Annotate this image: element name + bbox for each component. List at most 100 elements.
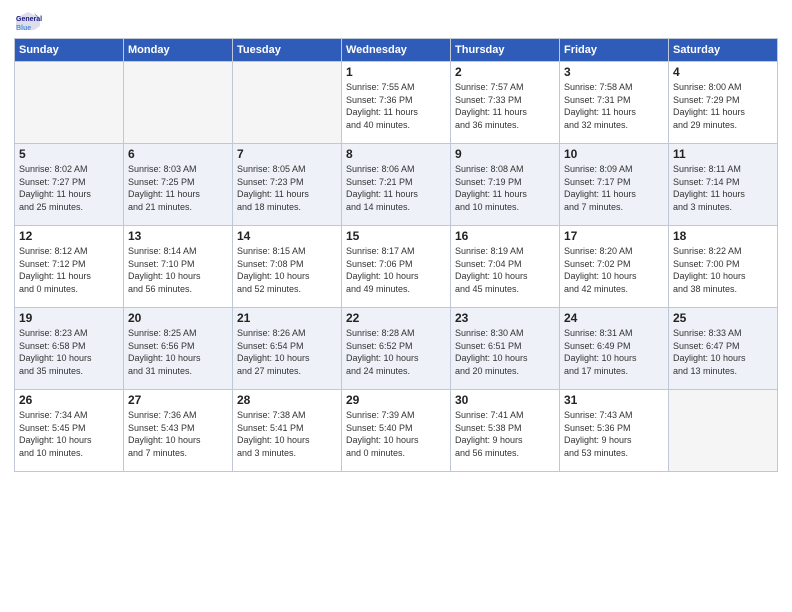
calendar-cell: 23Sunrise: 8:30 AM Sunset: 6:51 PM Dayli… — [451, 308, 560, 390]
week-row-4: 19Sunrise: 8:23 AM Sunset: 6:58 PM Dayli… — [15, 308, 778, 390]
header: General Blue — [14, 10, 778, 34]
day-number: 17 — [564, 229, 664, 243]
day-info: Sunrise: 8:22 AM Sunset: 7:00 PM Dayligh… — [673, 245, 773, 295]
calendar-cell: 2 Sunrise: 7:57 AM Sunset: 7:33 PM Daylig… — [451, 62, 560, 144]
day-info: Sunrise: 7:34 AM Sunset: 5:45 PM Dayligh… — [19, 409, 119, 459]
day-number: 28 — [237, 393, 337, 407]
calendar-cell: 18 Sunrise: 8:22 AM Sunset: 7:00 PM Dayli… — [669, 226, 778, 308]
calendar-cell: 12 Sunrise: 8:12 AM Sunset: 7:12 PM Dayli… — [15, 226, 124, 308]
calendar-cell: 6Sunrise: 8:03 AM Sunset: 7:25 PM Daylig… — [124, 144, 233, 226]
day-info: Sunrise: 7:58 AM Sunset: 7:31 PM Dayligh… — [564, 81, 664, 131]
day-info: Sunrise: 8:03 AM Sunset: 7:25 PM Dayligh… — [128, 163, 228, 213]
day-info: Sunrise: 8:31 AM Sunset: 6:49 PM Dayligh… — [564, 327, 664, 377]
calendar-cell: 16 Sunrise: 8:19 AM Sunset: 7:04 PM Dayli… — [451, 226, 560, 308]
svg-text:Blue: Blue — [16, 25, 31, 32]
calendar-cell: 31 Sunrise: 7:43 AM Sunset: 5:36 PM Dayli… — [560, 390, 669, 472]
day-info: Sunrise: 8:17 AM Sunset: 7:06 PM Dayligh… — [346, 245, 446, 295]
weekday-header-row: SundayMondayTuesdayWednesdayThursdayFrid… — [15, 39, 778, 62]
day-number: 8 — [346, 147, 446, 161]
calendar-cell: 26 Sunrise: 7:34 AM Sunset: 5:45 PM Dayli… — [15, 390, 124, 472]
day-number: 19 — [19, 311, 119, 325]
calendar-cell: 15 Sunrise: 8:17 AM Sunset: 7:06 PM Dayli… — [342, 226, 451, 308]
day-info: Sunrise: 8:19 AM Sunset: 7:04 PM Dayligh… — [455, 245, 555, 295]
weekday-header-monday: Monday — [124, 39, 233, 62]
day-info: Sunrise: 8:33 AM Sunset: 6:47 PM Dayligh… — [673, 327, 773, 377]
day-info: Sunrise: 8:05 AM Sunset: 7:23 PM Dayligh… — [237, 163, 337, 213]
day-number: 11 — [673, 147, 773, 161]
calendar-cell: 22 Sunrise: 8:28 AM Sunset: 6:52 PM Dayli… — [342, 308, 451, 390]
day-number: 2 — [455, 65, 555, 79]
weekday-header-wednesday: Wednesday — [342, 39, 451, 62]
day-info: Sunrise: 8:08 AM Sunset: 7:19 PM Dayligh… — [455, 163, 555, 213]
day-number: 31 — [564, 393, 664, 407]
calendar-cell: 28 Sunrise: 7:38 AM Sunset: 5:41 PM Dayli… — [233, 390, 342, 472]
week-row-5: 26 Sunrise: 7:34 AM Sunset: 5:45 PM Dayli… — [15, 390, 778, 472]
day-number: 15 — [346, 229, 446, 243]
day-info: Sunrise: 8:11 AM Sunset: 7:14 PM Dayligh… — [673, 163, 773, 213]
calendar-cell — [233, 62, 342, 144]
day-number: 5 — [19, 147, 119, 161]
calendar-cell: 14 Sunrise: 8:15 AM Sunset: 7:08 PM Dayli… — [233, 226, 342, 308]
calendar-cell: 3Sunrise: 7:58 AM Sunset: 7:31 PM Daylig… — [560, 62, 669, 144]
day-info: Sunrise: 7:38 AM Sunset: 5:41 PM Dayligh… — [237, 409, 337, 459]
day-number: 30 — [455, 393, 555, 407]
day-info: Sunrise: 8:26 AM Sunset: 6:54 PM Dayligh… — [237, 327, 337, 377]
day-info: Sunrise: 7:57 AM Sunset: 7:33 PM Dayligh… — [455, 81, 555, 131]
calendar-cell: 30 Sunrise: 7:41 AM Sunset: 5:38 PM Dayli… — [451, 390, 560, 472]
calendar-cell: 1Sunrise: 7:55 AM Sunset: 7:36 PM Daylig… — [342, 62, 451, 144]
day-info: Sunrise: 8:30 AM Sunset: 6:51 PM Dayligh… — [455, 327, 555, 377]
day-info: Sunrise: 8:12 AM Sunset: 7:12 PM Dayligh… — [19, 245, 119, 295]
weekday-header-friday: Friday — [560, 39, 669, 62]
weekday-header-tuesday: Tuesday — [233, 39, 342, 62]
day-info: Sunrise: 7:41 AM Sunset: 5:38 PM Dayligh… — [455, 409, 555, 459]
logo: General Blue — [14, 10, 46, 34]
calendar-cell: 21 Sunrise: 8:26 AM Sunset: 6:54 PM Dayli… — [233, 308, 342, 390]
day-info: Sunrise: 8:15 AM Sunset: 7:08 PM Dayligh… — [237, 245, 337, 295]
day-number: 29 — [346, 393, 446, 407]
day-number: 21 — [237, 311, 337, 325]
day-number: 13 — [128, 229, 228, 243]
day-info: Sunrise: 8:02 AM Sunset: 7:27 PM Dayligh… — [19, 163, 119, 213]
calendar-cell: 4 Sunrise: 8:00 AM Sunset: 7:29 PM Daylig… — [669, 62, 778, 144]
weekday-header-thursday: Thursday — [451, 39, 560, 62]
day-number: 25 — [673, 311, 773, 325]
day-number: 12 — [19, 229, 119, 243]
calendar-cell: 20 Sunrise: 8:25 AM Sunset: 6:56 PM Dayli… — [124, 308, 233, 390]
calendar-cell: 29 Sunrise: 7:39 AM Sunset: 5:40 PM Dayli… — [342, 390, 451, 472]
day-info: Sunrise: 8:06 AM Sunset: 7:21 PM Dayligh… — [346, 163, 446, 213]
day-number: 1 — [346, 65, 446, 79]
weekday-header-saturday: Saturday — [669, 39, 778, 62]
calendar-cell: 24Sunrise: 8:31 AM Sunset: 6:49 PM Dayli… — [560, 308, 669, 390]
week-row-1: 1Sunrise: 7:55 AM Sunset: 7:36 PM Daylig… — [15, 62, 778, 144]
calendar-cell: 5 Sunrise: 8:02 AM Sunset: 7:27 PM Daylig… — [15, 144, 124, 226]
day-info: Sunrise: 8:25 AM Sunset: 6:56 PM Dayligh… — [128, 327, 228, 377]
calendar-cell: 27 Sunrise: 7:36 AM Sunset: 5:43 PM Dayli… — [124, 390, 233, 472]
calendar-cell — [124, 62, 233, 144]
day-number: 26 — [19, 393, 119, 407]
calendar-cell: 19Sunrise: 8:23 AM Sunset: 6:58 PM Dayli… — [15, 308, 124, 390]
calendar-cell: 8 Sunrise: 8:06 AM Sunset: 7:21 PM Daylig… — [342, 144, 451, 226]
day-number: 9 — [455, 147, 555, 161]
day-info: Sunrise: 7:43 AM Sunset: 5:36 PM Dayligh… — [564, 409, 664, 459]
day-info: Sunrise: 8:28 AM Sunset: 6:52 PM Dayligh… — [346, 327, 446, 377]
day-number: 22 — [346, 311, 446, 325]
day-number: 16 — [455, 229, 555, 243]
calendar: SundayMondayTuesdayWednesdayThursdayFrid… — [14, 38, 778, 472]
calendar-cell: 13Sunrise: 8:14 AM Sunset: 7:10 PM Dayli… — [124, 226, 233, 308]
day-info: Sunrise: 7:36 AM Sunset: 5:43 PM Dayligh… — [128, 409, 228, 459]
calendar-cell: 9 Sunrise: 8:08 AM Sunset: 7:19 PM Daylig… — [451, 144, 560, 226]
day-info: Sunrise: 8:00 AM Sunset: 7:29 PM Dayligh… — [673, 81, 773, 131]
day-number: 27 — [128, 393, 228, 407]
day-number: 18 — [673, 229, 773, 243]
day-info: Sunrise: 7:39 AM Sunset: 5:40 PM Dayligh… — [346, 409, 446, 459]
day-number: 20 — [128, 311, 228, 325]
day-number: 7 — [237, 147, 337, 161]
day-number: 14 — [237, 229, 337, 243]
day-info: Sunrise: 8:09 AM Sunset: 7:17 PM Dayligh… — [564, 163, 664, 213]
weekday-header-sunday: Sunday — [15, 39, 124, 62]
calendar-cell: 11 Sunrise: 8:11 AM Sunset: 7:14 PM Dayli… — [669, 144, 778, 226]
day-number: 10 — [564, 147, 664, 161]
calendar-cell: 17Sunrise: 8:20 AM Sunset: 7:02 PM Dayli… — [560, 226, 669, 308]
week-row-2: 5 Sunrise: 8:02 AM Sunset: 7:27 PM Daylig… — [15, 144, 778, 226]
day-number: 4 — [673, 65, 773, 79]
